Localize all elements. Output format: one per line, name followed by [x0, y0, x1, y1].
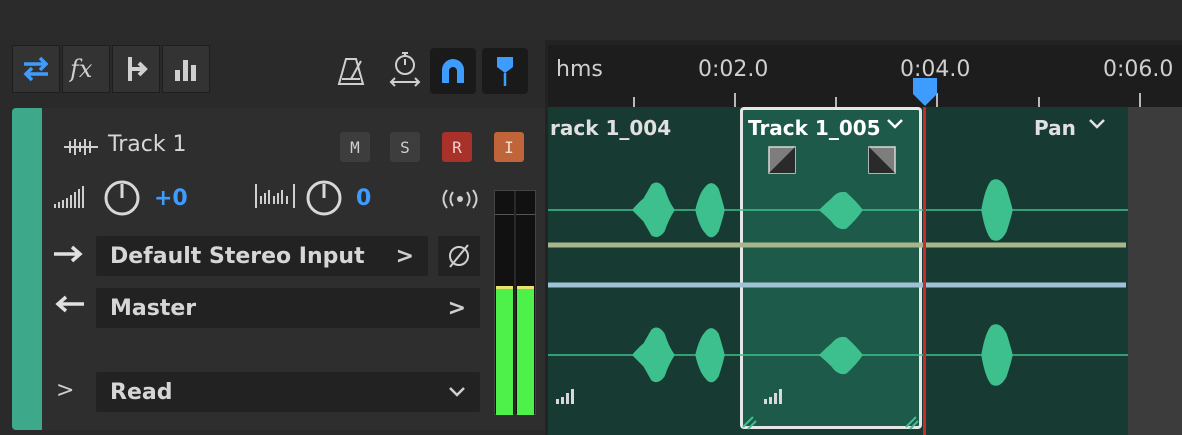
input-arrow-icon — [54, 245, 83, 263]
sends-button[interactable] — [112, 45, 160, 93]
volume-value[interactable]: +0 — [154, 186, 188, 211]
volume-icon — [54, 186, 84, 208]
automation-mode-select[interactable]: Read — [96, 372, 480, 412]
clip-gain-icon — [556, 389, 574, 404]
ruler-tick — [835, 97, 837, 107]
pan-icon — [255, 184, 295, 208]
playhead-handle[interactable] — [910, 76, 940, 108]
sends-icon — [128, 57, 148, 81]
eq-icon — [175, 60, 196, 81]
solo-button[interactable]: S — [390, 132, 420, 162]
pan-knob[interactable] — [304, 178, 344, 218]
automation-expand-chevron[interactable]: > — [56, 378, 74, 403]
inputs-outputs-button[interactable] — [12, 45, 60, 93]
effects-button[interactable]: fx — [62, 45, 110, 93]
top-band — [0, 0, 1182, 40]
track-color-bar[interactable] — [12, 108, 42, 430]
ruler-tick — [633, 97, 635, 107]
record-arm-button[interactable]: R — [442, 132, 472, 162]
chevron-down-icon — [449, 387, 465, 397]
audio-track-icon — [64, 139, 98, 155]
punch-icon — [389, 52, 421, 87]
svg-text:fx: fx — [69, 55, 93, 83]
mute-button[interactable]: M — [340, 132, 370, 162]
track-name[interactable]: Track 1 — [108, 132, 187, 157]
ruler-tick-label: 0:06.0 — [1103, 57, 1174, 82]
input-select[interactable]: Default Stereo Input > — [96, 236, 428, 276]
output-select-value: Master — [110, 295, 197, 321]
clip-gain-icon — [764, 389, 782, 404]
meter-left-channel — [496, 286, 513, 415]
ruler-tick — [734, 93, 736, 107]
effects-icon: fx — [69, 55, 93, 83]
inputs-outputs-icon — [23, 56, 49, 82]
phase-invert-icon — [449, 244, 469, 268]
marker-button[interactable] — [482, 48, 528, 94]
meter-divider — [514, 191, 516, 415]
stereo-output-icon[interactable] — [440, 188, 480, 210]
metronome-button[interactable] — [328, 48, 374, 94]
marker-pin-icon — [497, 57, 513, 86]
eq-button[interactable] — [162, 45, 210, 93]
waveform-channel-right — [548, 324, 1128, 386]
input-select-value: Default Stereo Input — [110, 243, 365, 269]
metronome-icon — [337, 58, 365, 85]
output-select-chevron: > — [447, 295, 466, 321]
output-arrow-icon — [55, 295, 84, 313]
output-select[interactable]: Master > — [96, 288, 480, 328]
punch-button[interactable] — [382, 46, 428, 92]
automation-mode-value: Read — [110, 379, 173, 405]
ruler-tick-label: 0:02.0 — [698, 57, 769, 82]
phase-invert-button[interactable] — [438, 236, 480, 276]
timeline-ruler[interactable]: hms 0:02.0 0:04.0 0:06.0 — [548, 45, 1182, 107]
input-monitor-button[interactable]: I — [494, 132, 524, 162]
pan-value[interactable]: 0 — [356, 186, 371, 211]
empty-timeline-area — [1128, 107, 1182, 435]
playhead-line — [923, 107, 926, 435]
ruler-unit-label: hms — [556, 57, 603, 82]
snap-button[interactable] — [430, 48, 476, 94]
meter-right-channel — [517, 286, 534, 415]
ruler-tick — [1038, 97, 1040, 107]
volume-knob[interactable] — [102, 178, 142, 218]
input-select-chevron: > — [395, 243, 414, 269]
waveform-display — [548, 179, 1128, 430]
ruler-tick — [1139, 93, 1141, 107]
snap-magnet-icon — [442, 59, 464, 83]
waveform-channel-left — [548, 179, 1128, 241]
track-view-toolbar: fx — [12, 45, 210, 95]
